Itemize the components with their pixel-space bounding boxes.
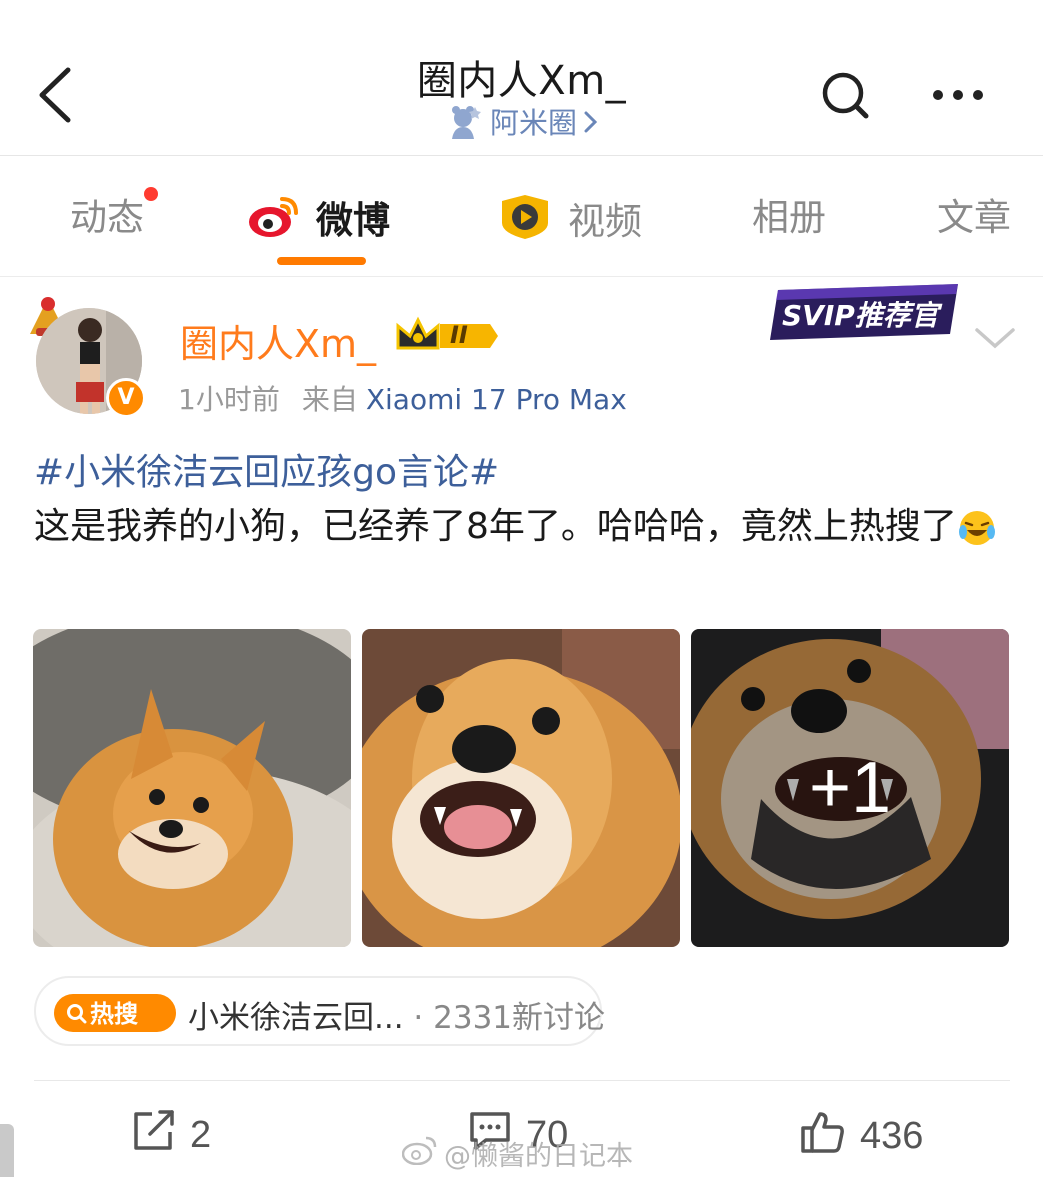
shiba-photo-2 (362, 629, 680, 947)
video-play-icon (496, 193, 554, 254)
tab-album[interactable]: 相册 (752, 193, 826, 253)
like-count: 436 (860, 1115, 924, 1157)
tab-label: 微博 (316, 199, 390, 242)
hot-search-tag-text: 热搜 (90, 1000, 138, 1028)
circle-name: 阿米圈 (489, 106, 577, 140)
tab-weibo[interactable]: 微博 (248, 193, 390, 253)
post-photo-2[interactable] (362, 629, 680, 947)
member-level-text: II (450, 321, 468, 349)
hot-search-tag: 热搜 (54, 994, 176, 1032)
profile-tabs: 动态 微博 视频 相册 文章 (0, 157, 1043, 277)
tab-label: 动态 (70, 196, 144, 239)
source-device: Xiaomi 17 Pro Max (365, 383, 627, 416)
page-title: 圈内人Xm_ (416, 58, 627, 104)
hot-search-count: 2331新讨论 (433, 1000, 606, 1036)
active-tab-indicator (277, 257, 366, 265)
post-photo-3[interactable]: +1 (691, 629, 1009, 947)
post-photo-1[interactable] (33, 629, 351, 947)
tab-dynamic[interactable]: 动态 (70, 187, 158, 253)
search-button[interactable] (818, 68, 874, 124)
weibo-watermark-icon (401, 1135, 438, 1172)
hot-search-chip[interactable]: 热搜 小米徐洁云回... · 2331新讨论 (34, 976, 605, 1046)
svip-recommender-badge: SVIP推荐官 (768, 284, 960, 340)
hot-search-title: 小米徐洁云回... (188, 1000, 404, 1036)
source-prefix: 来自 (301, 383, 358, 416)
tab-video[interactable]: 视频 (496, 193, 642, 253)
tab-label: 相册 (752, 196, 826, 239)
thumbs-up-icon (800, 1110, 846, 1163)
search-icon (822, 72, 869, 119)
weibo-logo-icon (248, 193, 302, 252)
shiba-photo-1 (33, 629, 351, 947)
hot-search-separator: · (413, 1000, 424, 1036)
action-divider (34, 1080, 1010, 1081)
user-avatar[interactable]: V (24, 294, 154, 424)
chevron-right-icon (583, 108, 599, 142)
tab-label: 视频 (568, 200, 642, 243)
tab-article[interactable]: 文章 (937, 193, 1011, 253)
chevron-down-icon (975, 328, 1015, 349)
repost-count: 2 (190, 1114, 212, 1156)
repost-button[interactable]: 2 (132, 1110, 211, 1158)
circle-link[interactable]: 阿米圈 (0, 100, 1043, 148)
more-photos-count: +1 (808, 748, 892, 828)
svip-badge-text: SVIP推荐官 (782, 299, 939, 332)
watermark-text: @懒酱的日记本 (444, 1141, 633, 1172)
more-button[interactable] (930, 80, 986, 110)
search-small-icon (67, 1004, 87, 1024)
post-body-text: 这是我养的小狗，已经养了8年了。哈哈哈，竟然上热搜了 (34, 506, 957, 547)
more-dots-icon (933, 90, 983, 100)
top-bar: 圈内人Xm_ 阿米圈 (0, 0, 1043, 156)
post-username[interactable]: 圈内人Xm_ (180, 313, 376, 368)
crown-icon (396, 316, 498, 350)
hot-search-text: 小米徐洁云回... · 2331新讨论 (188, 992, 605, 1037)
circle-mascot-icon (444, 103, 482, 148)
screen-edge-handle (0, 1124, 14, 1177)
post-meta: 1小时前 来自 Xiaomi 17 Pro Max (178, 378, 649, 418)
post-content: #小米徐洁云回应孩go言论# 这是我养的小狗，已经养了8年了。哈哈哈，竟然上热搜… (34, 446, 1014, 554)
watermark: @懒酱的日记本 (401, 1134, 633, 1173)
post-hashtag[interactable]: #小米徐洁云回应孩go言论# (34, 446, 1014, 500)
laughing-tears-emoji-icon (957, 508, 997, 548)
notification-dot (144, 187, 158, 201)
tab-label: 文章 (937, 196, 1011, 239)
like-button[interactable]: 436 (800, 1110, 923, 1158)
verified-badge: V (106, 378, 146, 418)
member-level-badge[interactable]: II (394, 316, 502, 356)
post-time: 1小时前 (178, 383, 280, 416)
repost-icon (132, 1110, 176, 1161)
post-menu-button[interactable] (970, 320, 1020, 356)
